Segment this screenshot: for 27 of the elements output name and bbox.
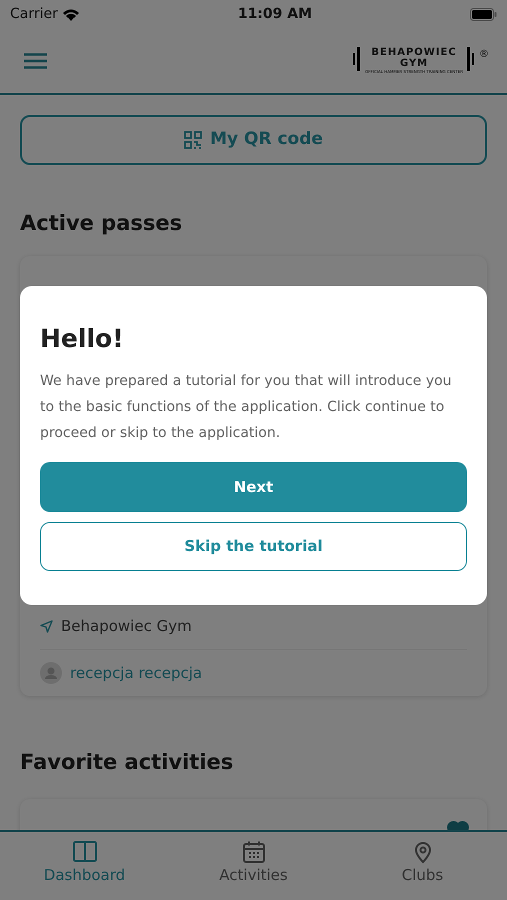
carrier-label: Carrier	[10, 4, 58, 24]
dumbbell-icon	[467, 47, 475, 71]
section-title: Favorite activities	[20, 750, 234, 776]
dialog-message: We have prepared a tutorial for you that will introduce you to the basic functions of the application. Click continue to proceed or skip to the application.	[40, 372, 453, 443]
registered-mark: ®	[479, 48, 489, 62]
wifi-icon	[62, 8, 80, 20]
logo-text: BEHAPOWIEC	[370, 47, 458, 58]
menu-icon[interactable]	[24, 52, 47, 68]
dialog-title: Hello!	[40, 324, 125, 354]
logo-text: GYM	[398, 58, 430, 69]
calendar-icon	[242, 840, 266, 864]
skip-button[interactable]: Skip the tutorial	[40, 522, 467, 571]
avatar-icon	[40, 662, 62, 684]
qr-code-button[interactable]: My QR code	[20, 115, 487, 165]
navigation-arrow-icon	[40, 620, 53, 634]
trainer-link[interactable]: recepcja recepcja	[70, 662, 202, 684]
dumbbell-icon	[353, 47, 362, 71]
status-time: 11:09 AM	[238, 4, 312, 24]
next-button[interactable]: Next	[40, 462, 467, 512]
tab-bar-item[interactable]: Activities	[169, 832, 338, 900]
columns-icon	[72, 840, 96, 864]
battery-icon	[470, 8, 497, 20]
qr-code-icon	[184, 131, 202, 149]
club-name: Behapowiec Gym	[61, 616, 192, 638]
tab-bar-item[interactable]: Dashboard	[0, 832, 169, 900]
tab-bar-item[interactable]: Clubs	[338, 832, 507, 900]
section-title: Active passes	[20, 211, 184, 236]
